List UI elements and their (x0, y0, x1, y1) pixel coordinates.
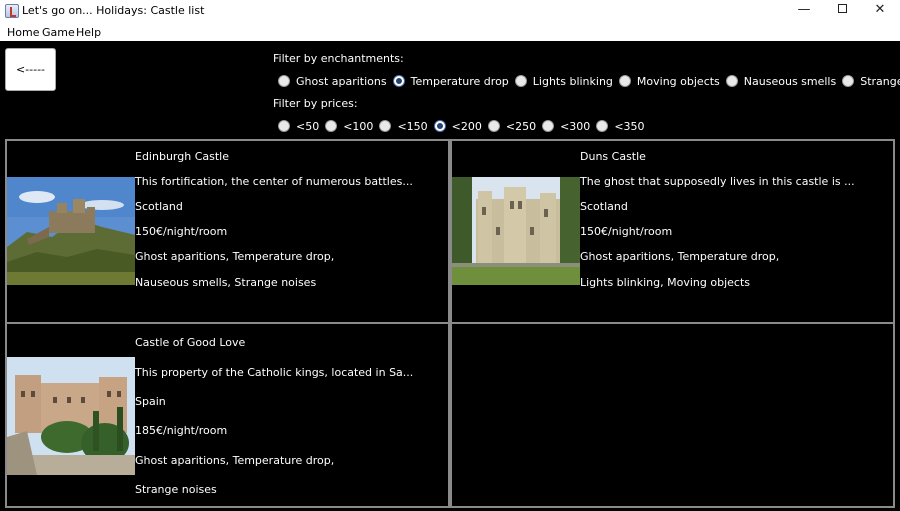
castle-card-good-love[interactable]: Castle of Good Love This property of the… (5, 322, 450, 508)
castle-enchantments: Ghost aparitions, Temperature drop, (580, 250, 780, 263)
castle-photo (7, 177, 135, 285)
window-title: Let's go on... Holidays: Castle list (22, 4, 205, 17)
close-icon: ✕ (874, 2, 886, 17)
price-filter-label: Filter by prices: (273, 97, 358, 110)
radio-icon[interactable] (725, 75, 738, 87)
enchantment-filter-group: Ghost aparitions Temperature drop Lights… (278, 73, 900, 89)
castle-enchantments-cont: Nauseous smells, Strange noises (135, 276, 317, 289)
castle-name: Edinburgh Castle (135, 150, 229, 163)
castle-enchantments-cont: Lights blinking, Moving objects (580, 276, 750, 289)
castle-price: 150€/night/room (135, 225, 228, 238)
radio-icon[interactable] (487, 120, 500, 132)
enchantment-option[interactable]: Temperature drop (392, 75, 509, 88)
radio-icon[interactable] (618, 75, 631, 87)
castle-enchantments: Ghost aparitions, Temperature drop, (135, 250, 335, 263)
enchantment-filter-label: Filter by enchantments: (273, 52, 404, 65)
back-button[interactable]: <----- (5, 48, 56, 91)
price-option[interactable]: <100 (325, 120, 373, 133)
castle-photo (452, 177, 580, 285)
castle-name: Castle of Good Love (135, 336, 246, 349)
price-filter-group: <50 <100 <150 <200 <250 <300 <350 (278, 118, 651, 134)
price-option[interactable]: <50 (278, 120, 319, 133)
castle-country: Spain (135, 395, 166, 408)
enchantment-option[interactable]: Ghost aparitions (278, 75, 387, 88)
radio-icon[interactable] (278, 75, 290, 87)
radio-icon[interactable] (392, 75, 405, 87)
radio-icon[interactable] (325, 120, 338, 132)
minimize-button[interactable]: — (786, 0, 822, 22)
castle-price: 150€/night/room (580, 225, 673, 238)
castle-name: Duns Castle (580, 150, 646, 163)
castle-card-edinburgh[interactable]: Edinburgh Castle This fortification, the… (5, 139, 450, 324)
castle-description: This property of the Catholic kings, loc… (135, 366, 414, 379)
castle-photo (7, 357, 135, 475)
price-option[interactable]: <200 (433, 120, 482, 133)
enchantment-option[interactable]: Moving objects (618, 75, 720, 88)
radio-icon[interactable] (433, 120, 446, 132)
radio-icon[interactable] (514, 75, 527, 87)
java-app-icon (5, 4, 19, 18)
radio-icon[interactable] (278, 120, 290, 132)
castle-country: Scotland (135, 200, 183, 213)
menu-help[interactable]: Help (76, 26, 101, 39)
price-option[interactable]: <150 (379, 120, 428, 133)
price-option[interactable]: <250 (487, 120, 536, 133)
window-title-bar: Let's go on... Holidays: Castle list — ✕ (0, 0, 900, 22)
radio-icon[interactable] (596, 120, 609, 132)
enchantment-option[interactable]: Strange noises (842, 75, 900, 88)
castle-description: This fortification, the center of numero… (135, 175, 413, 188)
radio-icon[interactable] (379, 120, 392, 132)
castle-enchantments: Ghost aparitions, Temperature drop, (135, 454, 335, 467)
castle-price: 185€/night/room (135, 424, 228, 437)
menu-game[interactable]: Game (42, 26, 75, 39)
castle-card-empty (450, 322, 895, 508)
radio-icon[interactable] (542, 120, 555, 132)
castle-card-duns[interactable]: Duns Castle The ghost that supposedly li… (450, 139, 895, 324)
menu-bar: Home Game Help (0, 22, 900, 41)
castle-enchantments-cont: Strange noises (135, 483, 217, 496)
close-button[interactable]: ✕ (862, 0, 898, 22)
price-option[interactable]: <300 (542, 120, 590, 133)
price-option[interactable]: <350 (596, 120, 645, 133)
radio-icon[interactable] (842, 75, 855, 87)
castle-description: The ghost that supposedly lives in this … (580, 175, 855, 188)
menu-home[interactable]: Home (7, 26, 39, 39)
maximize-icon (837, 4, 847, 13)
minimize-icon: — (797, 2, 811, 17)
castle-country: Scotland (580, 200, 628, 213)
enchantment-option[interactable]: Nauseous smells (725, 75, 836, 88)
maximize-button[interactable] (824, 0, 860, 22)
castle-list: Edinburgh Castle This fortification, the… (5, 139, 895, 508)
enchantment-option[interactable]: Lights blinking (514, 75, 613, 88)
